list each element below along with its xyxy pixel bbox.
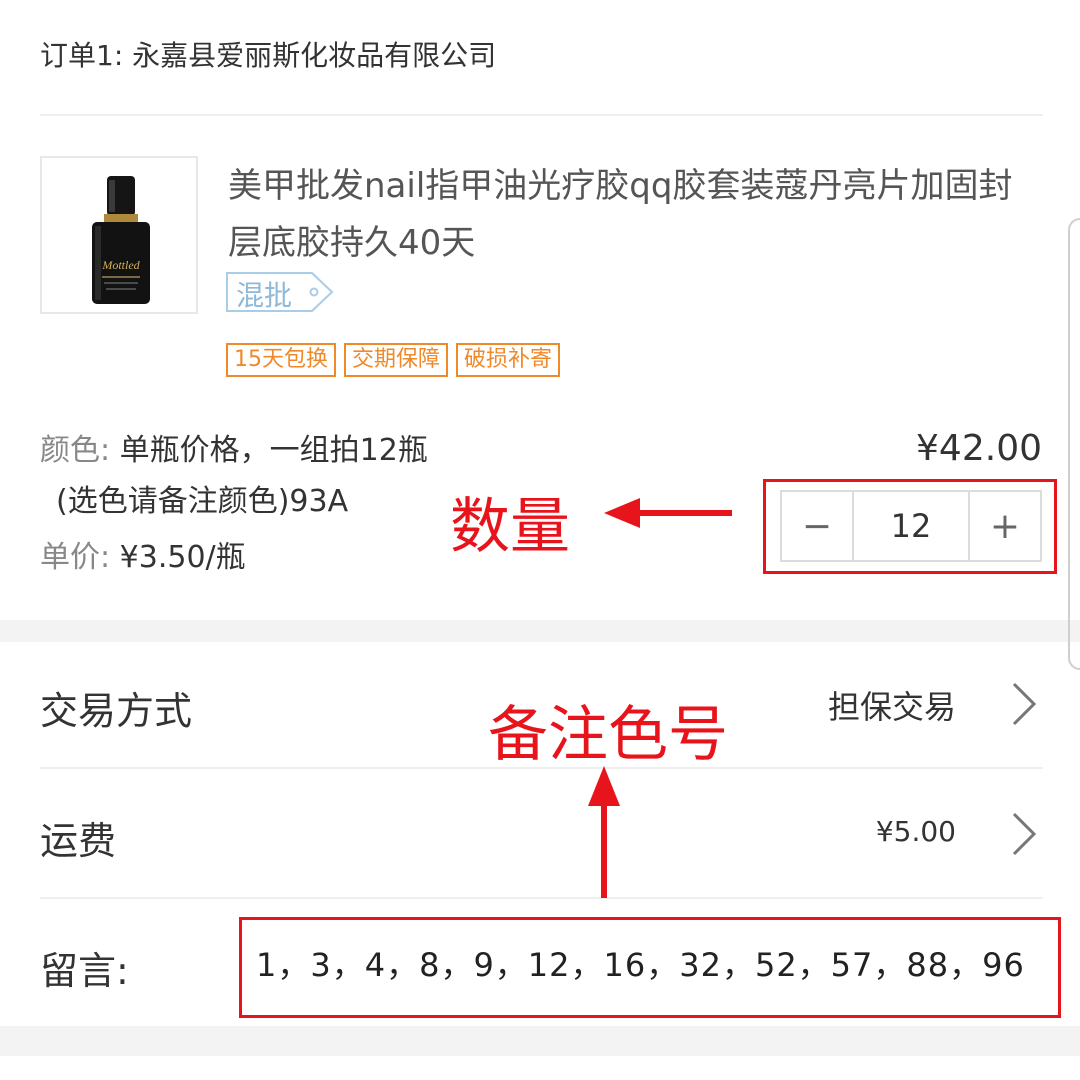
arrow-up-icon	[588, 766, 620, 898]
badge-delivery-guarantee: 交期保障	[344, 343, 449, 377]
section-separator	[0, 620, 1080, 642]
message-input[interactable]: 1，3，4，8，9，12，16，32，52，57，88，96	[256, 940, 1025, 986]
note-color-annotation-label: 备注色号	[488, 700, 728, 770]
divider	[40, 897, 1043, 899]
shipping-value: ¥5.00	[875, 815, 956, 848]
side-scroll-handle[interactable]	[1068, 218, 1080, 670]
order-header: 订单1: 永嘉县爱丽斯化妆品有限公司	[40, 39, 497, 72]
quantity-stepper[interactable]: − 12 +	[780, 490, 1042, 562]
nail-polish-bottle-image: Mottled	[92, 176, 150, 304]
unit-price-key: 单价:	[40, 540, 120, 575]
service-badges: 15天包换 交期保障 破损补寄	[226, 343, 561, 377]
color-spec-line1: 颜色: 单瓶价格，一组拍12瓶	[40, 425, 428, 469]
bottom-separator	[0, 1026, 1080, 1056]
message-label: 留言:	[40, 949, 129, 993]
color-spec-key: 颜色:	[40, 433, 120, 468]
shipping-label: 运费	[40, 819, 117, 863]
quantity-value[interactable]: 12	[852, 492, 970, 560]
product-thumbnail[interactable]: Mottled	[40, 156, 198, 314]
divider	[40, 767, 1043, 769]
chevron-right-icon[interactable]	[1004, 808, 1048, 860]
total-price: ¥42.00	[916, 428, 1042, 469]
divider	[40, 114, 1043, 116]
badge-15day-exchange: 15天包换	[226, 343, 336, 377]
arrow-left-icon	[604, 498, 732, 528]
badge-damage-reship: 破损补寄	[456, 343, 561, 377]
thumbnail-brand-text: Mottled	[101, 258, 140, 272]
mix-wholesale-tag: 混批	[226, 272, 334, 312]
unit-price-value: ¥3.50/瓶	[119, 540, 246, 575]
increase-button[interactable]: +	[970, 492, 1040, 560]
product-title[interactable]: 美甲批发nail指甲油光疗胶qq胶套装蔻丹亮片加固封层底胶持久40天	[228, 158, 1028, 272]
decrease-button[interactable]: −	[782, 492, 852, 560]
unit-price-line: 单价: ¥3.50/瓶	[40, 532, 246, 576]
color-spec-line2: (选色请备注颜色)93A	[56, 484, 349, 519]
mix-tag-label: 混批	[236, 279, 293, 312]
trade-method-label: 交易方式	[40, 689, 193, 733]
color-spec-value: 单瓶价格，一组拍12瓶	[119, 433, 428, 468]
chevron-right-icon[interactable]	[1004, 678, 1048, 730]
quantity-annotation-label: 数量	[450, 492, 570, 562]
trade-method-value[interactable]: 担保交易	[828, 682, 956, 728]
